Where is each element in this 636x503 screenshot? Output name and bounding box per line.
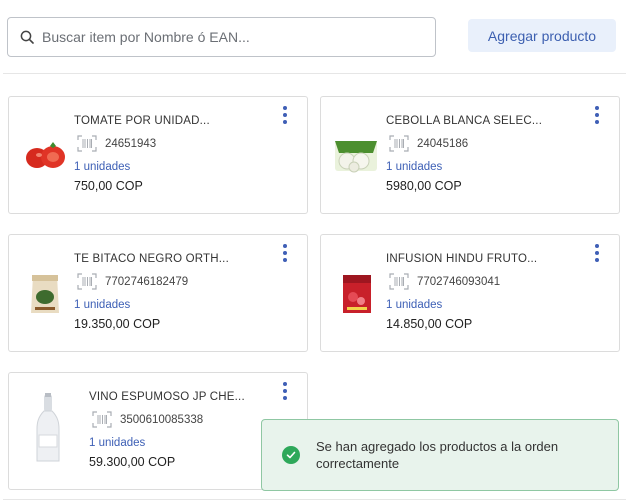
product-price: 750,00 COP [74, 179, 143, 193]
product-units: 1 unidades [74, 299, 131, 311]
search-box[interactable] [7, 17, 436, 57]
product-ean: 7702746182479 [105, 276, 189, 288]
divider [3, 499, 626, 500]
barcode-icon [77, 273, 97, 290]
product-price: 14.850,00 COP [386, 317, 473, 331]
barcode-icon [389, 135, 409, 152]
infusion-box-image [343, 275, 371, 313]
product-price: 19.350,00 COP [74, 317, 161, 331]
product-price: 59.300,00 COP [89, 455, 176, 469]
product-units: 1 unidades [386, 299, 443, 311]
search-icon [20, 30, 34, 44]
more-options-icon[interactable] [591, 106, 603, 124]
more-options-icon[interactable] [279, 106, 291, 124]
product-ean: 24651943 [105, 138, 157, 150]
search-input[interactable] [42, 29, 422, 45]
barcode-icon [92, 411, 112, 428]
product-name: TOMATE POR UNIDAD... [74, 115, 210, 127]
product-name: CEBOLLA BLANCA SELEC... [386, 115, 543, 127]
product-units: 1 unidades [386, 161, 443, 173]
toast-message: Se han agregado los productos a la orden… [316, 439, 559, 471]
product-units: 1 unidades [89, 437, 146, 449]
add-product-button[interactable]: Agregar producto [468, 19, 616, 52]
barcode-icon [77, 135, 97, 152]
tea-bag-image [31, 275, 59, 313]
more-options-icon[interactable] [591, 244, 603, 262]
wine-bottle-image [36, 393, 60, 462]
more-options-icon[interactable] [279, 382, 291, 400]
barcode-icon [389, 273, 409, 290]
product-ean: 24045186 [417, 138, 469, 150]
divider [3, 73, 626, 74]
product-card: TOMATE POR UNIDAD... 24651943 1 unidades… [8, 96, 308, 214]
product-card: INFUSION HINDU FRUTO... 7702746093041 1 … [320, 234, 620, 352]
product-units: 1 unidades [74, 161, 131, 173]
product-card: TE BITACO NEGRO ORTH... 7702746182479 1 … [8, 234, 308, 352]
product-name: TE BITACO NEGRO ORTH... [74, 253, 229, 265]
product-ean: 7702746093041 [417, 276, 501, 288]
more-options-icon[interactable] [279, 244, 291, 262]
check-circle-icon [282, 446, 300, 464]
product-card: CEBOLLA BLANCA SELEC... 24045186 1 unida… [320, 96, 620, 214]
product-price: 5980,00 COP [386, 179, 462, 193]
tomato-image [26, 142, 65, 168]
product-name: INFUSION HINDU FRUTO... [386, 253, 538, 265]
product-name: VINO ESPUMOSO JP CHE... [89, 391, 245, 403]
product-ean: 3500610085338 [120, 414, 204, 426]
success-toast: Se han agregado los productos a la orden… [261, 419, 619, 491]
onion-pack-image [335, 141, 377, 173]
